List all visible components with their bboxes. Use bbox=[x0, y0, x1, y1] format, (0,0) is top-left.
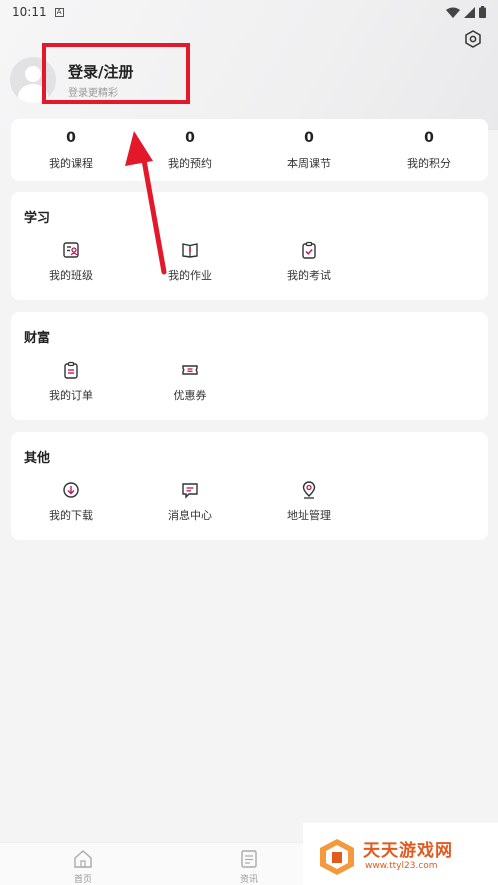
coupon-item[interactable]: 优惠券 bbox=[130, 361, 250, 421]
stat-label: 本周课节 bbox=[287, 157, 331, 170]
item-label: 我的考试 bbox=[287, 269, 331, 282]
item-label: 我的作业 bbox=[168, 269, 212, 282]
download-icon bbox=[63, 482, 79, 498]
stat-label: 我的课程 bbox=[49, 157, 93, 170]
section-title: 财富 bbox=[24, 331, 51, 346]
status-bar: 10:11 A bbox=[0, 0, 498, 24]
my-homework-item[interactable]: 我的作业 bbox=[130, 241, 250, 301]
watermark-logo-icon bbox=[320, 839, 354, 875]
stat-value: 0 bbox=[424, 130, 434, 146]
my-exam-item[interactable]: 我的考试 bbox=[249, 241, 369, 301]
section-title: 其他 bbox=[24, 451, 51, 466]
message-icon bbox=[182, 483, 198, 499]
stat-value: 0 bbox=[185, 130, 195, 146]
exam-icon bbox=[302, 241, 316, 259]
watermark: 天天游戏网 www.ttyl23.com bbox=[303, 823, 498, 885]
section-title: 学习 bbox=[24, 211, 51, 226]
home-icon bbox=[74, 850, 92, 868]
status-time: 10:11 bbox=[12, 5, 47, 19]
other-section: 其他 我的下载 消息中心 地址管理 bbox=[11, 432, 488, 540]
annotation-highlight-box bbox=[42, 43, 190, 104]
location-icon bbox=[302, 481, 316, 499]
gear-icon bbox=[465, 30, 481, 48]
stat-my-courses[interactable]: 0 我的课程 bbox=[11, 119, 131, 181]
my-class-item[interactable]: 我的班级 bbox=[11, 241, 131, 301]
watermark-title: 天天游戏网 bbox=[363, 841, 453, 861]
tab-label: 资讯 bbox=[239, 875, 258, 885]
signal-icon bbox=[464, 6, 475, 18]
class-icon bbox=[63, 242, 79, 258]
item-label: 我的班级 bbox=[49, 269, 93, 282]
stat-value: 0 bbox=[304, 130, 314, 146]
my-downloads-item[interactable]: 我的下载 bbox=[11, 481, 131, 541]
tab-news[interactable]: 资讯 bbox=[214, 847, 284, 885]
tab-label: 首页 bbox=[73, 875, 92, 885]
homework-icon bbox=[182, 243, 198, 258]
notification-icon: A bbox=[54, 7, 64, 17]
wealth-section: 财富 我的订单 优惠券 bbox=[11, 312, 488, 420]
settings-button[interactable] bbox=[462, 28, 484, 50]
study-section: 学习 我的班级 我的作业 我的考试 bbox=[11, 192, 488, 300]
stat-my-appointments[interactable]: 0 我的预约 bbox=[130, 119, 250, 181]
item-label: 消息中心 bbox=[168, 509, 212, 522]
wifi-icon bbox=[446, 7, 460, 18]
message-center-item[interactable]: 消息中心 bbox=[130, 481, 250, 541]
item-label: 地址管理 bbox=[287, 509, 331, 522]
order-icon bbox=[64, 361, 78, 379]
item-label: 优惠券 bbox=[173, 389, 207, 402]
item-label: 我的下载 bbox=[49, 509, 93, 522]
battery-icon bbox=[479, 6, 486, 18]
stat-value: 0 bbox=[66, 130, 76, 146]
tab-home[interactable]: 首页 bbox=[48, 847, 118, 885]
item-label: 我的订单 bbox=[49, 389, 93, 402]
stat-label: 我的预约 bbox=[168, 157, 212, 170]
my-orders-item[interactable]: 我的订单 bbox=[11, 361, 131, 421]
stat-weekly-lessons[interactable]: 0 本周课节 bbox=[249, 119, 369, 181]
stats-card: 0 我的课程 0 我的预约 0 本周课节 0 我的积分 bbox=[11, 119, 488, 181]
news-icon bbox=[241, 850, 257, 868]
stat-label: 我的积分 bbox=[407, 157, 451, 170]
coupon-icon bbox=[182, 365, 198, 375]
stat-my-points[interactable]: 0 我的积分 bbox=[369, 119, 489, 181]
watermark-url: www.ttyl23.com bbox=[365, 861, 438, 871]
address-management-item[interactable]: 地址管理 bbox=[249, 481, 369, 541]
